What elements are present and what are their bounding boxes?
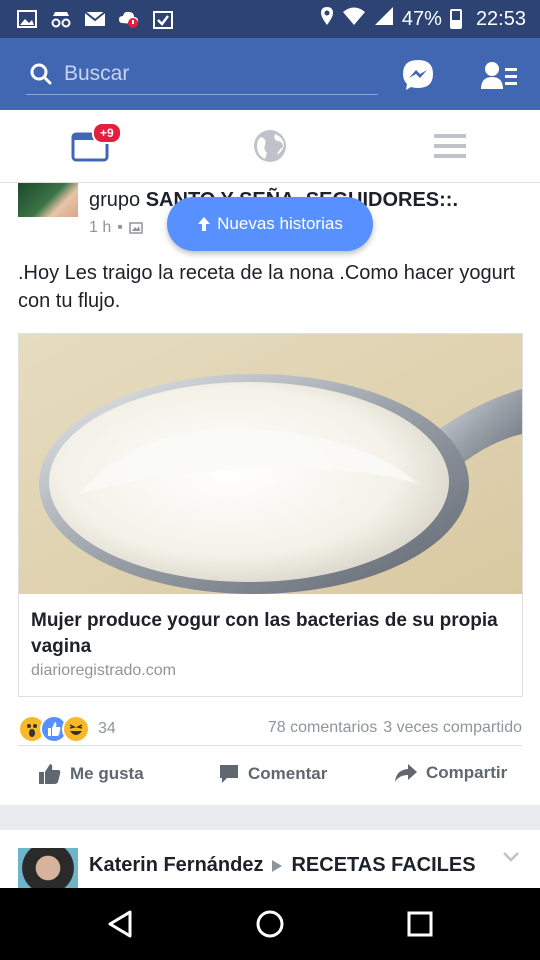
tab-menu[interactable]	[428, 126, 472, 166]
link-preview-card[interactable]: Mujer produce yogur con las bacterias de…	[18, 333, 523, 697]
divider	[18, 745, 522, 746]
clock: 22:53	[475, 7, 526, 30]
comment-icon	[220, 765, 238, 783]
group-name[interactable]: RECETAS FACILES	[291, 854, 475, 877]
share-icon	[395, 764, 417, 782]
wifi-icon	[342, 6, 366, 32]
post-text: .Hoy Les traigo la receta de la nona .Co…	[18, 262, 515, 312]
messenger-button[interactable]	[399, 56, 437, 94]
author-name[interactable]: Katerin Fernández	[89, 854, 263, 877]
post-header[interactable]: Katerin Fernández RECETAS FACILES	[89, 854, 476, 877]
arrow-up-icon	[198, 217, 211, 231]
post-options-button[interactable]	[502, 850, 520, 868]
avatar[interactable]	[18, 848, 78, 888]
triangle-right-icon	[272, 859, 283, 872]
status-bar: 47% 22:53	[0, 0, 540, 38]
new-stories-label: Nuevas historias	[217, 214, 343, 233]
share-button[interactable]: Compartir	[394, 763, 507, 783]
feed-post: grupo SANTO Y SEÑA, SEGUIDORES::. 1 h • …	[0, 183, 540, 805]
shares-count[interactable]: 3 veces compartido	[383, 719, 522, 736]
battery-icon	[449, 9, 462, 29]
thumbs-up-icon	[39, 764, 61, 784]
new-stories-button[interactable]: Nuevas historias	[167, 197, 373, 251]
tab-notifications[interactable]	[248, 126, 292, 166]
incognito-icon	[50, 9, 72, 29]
comment-button[interactable]: Comentar	[218, 763, 327, 785]
back-icon	[108, 910, 132, 938]
like-label: Me gusta	[70, 764, 144, 783]
mail-icon	[84, 9, 106, 29]
reactions-count: 34	[98, 720, 116, 737]
like-button[interactable]: Me gusta	[38, 763, 144, 785]
battery-percent: 47%	[401, 7, 442, 30]
back-button[interactable]	[102, 908, 138, 940]
task-icon	[152, 9, 174, 29]
system-nav-bar	[0, 888, 540, 960]
chevron-down-icon	[503, 852, 519, 862]
avatar[interactable]	[18, 183, 78, 217]
dot-separator: •	[117, 219, 123, 236]
home-button[interactable]	[252, 908, 288, 940]
reactions-summary[interactable]: 34	[18, 715, 116, 743]
messenger-icon	[403, 60, 433, 90]
recents-icon	[407, 911, 433, 937]
friend-requests-icon	[481, 62, 517, 89]
signal-icon	[374, 6, 394, 32]
tab-bar: +9	[0, 110, 540, 183]
gallery-icon	[16, 9, 38, 29]
group-prefix: grupo	[89, 189, 141, 211]
recents-button[interactable]	[402, 908, 438, 940]
link-image	[19, 334, 522, 594]
post-time: 1 h	[89, 219, 112, 236]
haha-reaction-icon	[62, 715, 90, 743]
group-privacy-icon	[129, 222, 143, 234]
comments-count[interactable]: 78 comentarios	[268, 719, 377, 736]
link-title[interactable]: Mujer produce yogur con las bacterias de…	[31, 608, 501, 660]
search-icon	[30, 63, 52, 85]
menu-icon	[434, 134, 466, 158]
link-domain: diarioregistrado.com	[31, 662, 176, 679]
feed-post-2: Katerin Fernández RECETAS FACILES	[0, 830, 540, 888]
globe-icon	[254, 130, 286, 162]
location-icon	[320, 6, 334, 32]
post-stats[interactable]: 78 comentarios 3 veces compartido	[268, 719, 522, 737]
search-input[interactable]: Buscar	[26, 54, 378, 95]
post-actions: Me gusta Comentar Compartir	[0, 755, 540, 795]
comment-label: Comentar	[248, 764, 328, 783]
home-icon	[256, 910, 284, 938]
search-placeholder: Buscar	[64, 62, 130, 85]
post-meta: 1 h •	[89, 219, 143, 237]
friend-requests-button[interactable]	[480, 56, 518, 94]
share-label: Compartir	[426, 763, 508, 782]
app-header: Buscar	[0, 38, 540, 110]
alert-cloud-icon	[118, 9, 140, 29]
notification-badge: +9	[92, 122, 122, 144]
